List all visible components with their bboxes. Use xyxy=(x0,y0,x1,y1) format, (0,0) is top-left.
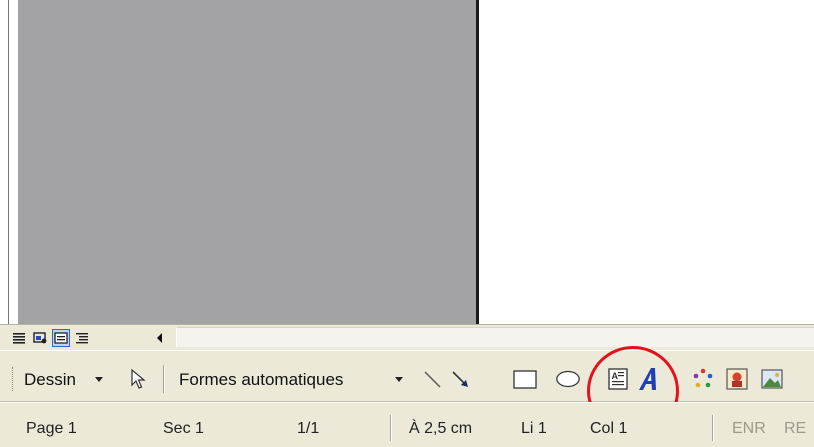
draw-menu-dropdown-arrow[interactable] xyxy=(95,377,103,382)
status-track-revisions[interactable]: RE xyxy=(784,419,806,439)
oval-button[interactable] xyxy=(554,365,582,393)
insert-picture-icon xyxy=(761,369,783,389)
clip-art-button[interactable] xyxy=(723,365,751,393)
line-icon xyxy=(424,371,441,388)
text-box-icon: A xyxy=(608,368,628,390)
document-left-edge xyxy=(8,0,9,324)
status-column: Col 1 xyxy=(590,420,628,437)
wordart-button[interactable] xyxy=(634,365,662,393)
drawing-toolbar: Dessin Formes automatiques A xyxy=(0,350,814,402)
rectangle-button[interactable] xyxy=(511,365,539,393)
outline-view-button[interactable] xyxy=(73,329,91,347)
scroll-left-button[interactable] xyxy=(151,329,169,347)
toolbar-grip[interactable] xyxy=(12,367,15,391)
svg-text:A: A xyxy=(612,371,619,381)
status-separator xyxy=(390,415,392,441)
page-border-line xyxy=(476,0,479,324)
wordart-icon xyxy=(639,368,656,390)
normal-view-button[interactable] xyxy=(10,329,28,347)
web-layout-view-icon xyxy=(33,332,47,344)
triangle-left-icon xyxy=(157,333,162,343)
status-page-count: 1/1 xyxy=(297,420,320,437)
toolbar-separator xyxy=(163,365,165,393)
select-objects-icon xyxy=(131,368,146,389)
text-box-button[interactable]: A xyxy=(604,365,632,393)
outline-view-icon xyxy=(76,333,88,344)
autoshapes-dropdown-arrow[interactable] xyxy=(395,377,403,382)
arrow-icon xyxy=(452,371,468,387)
status-record-macro[interactable]: ENR xyxy=(732,419,766,439)
normal-view-icon xyxy=(13,333,25,344)
web-layout-view-button[interactable] xyxy=(31,329,49,347)
diagram-button[interactable] xyxy=(689,365,717,393)
insert-picture-button[interactable] xyxy=(758,365,786,393)
document-area[interactable] xyxy=(0,0,814,324)
horizontal-scrollbar-track[interactable] xyxy=(176,327,814,347)
print-layout-view-button[interactable] xyxy=(52,329,70,347)
diagram-icon xyxy=(693,368,713,388)
line-button[interactable] xyxy=(418,365,446,393)
clip-art-icon xyxy=(726,368,748,390)
autoshapes-menu-label[interactable]: Formes automatiques xyxy=(179,369,343,391)
arrow-button[interactable] xyxy=(446,365,474,393)
rectangle-icon xyxy=(513,370,537,389)
status-bar: Page 1 Sec 1 1/1 À 2,5 cm Li 1 Col 1 ENR… xyxy=(0,402,814,447)
view-bar xyxy=(0,324,814,350)
draw-menu-label[interactable]: Dessin xyxy=(24,369,76,391)
status-line: Li 1 xyxy=(521,420,547,437)
status-separator xyxy=(712,415,714,441)
select-objects-button[interactable] xyxy=(124,365,152,393)
status-position: À 2,5 cm xyxy=(409,420,473,437)
print-layout-view-icon xyxy=(54,332,68,344)
gray-page-background xyxy=(18,0,476,324)
status-page: Page 1 xyxy=(26,420,77,437)
status-section: Sec 1 xyxy=(163,420,204,437)
oval-icon xyxy=(556,370,580,388)
